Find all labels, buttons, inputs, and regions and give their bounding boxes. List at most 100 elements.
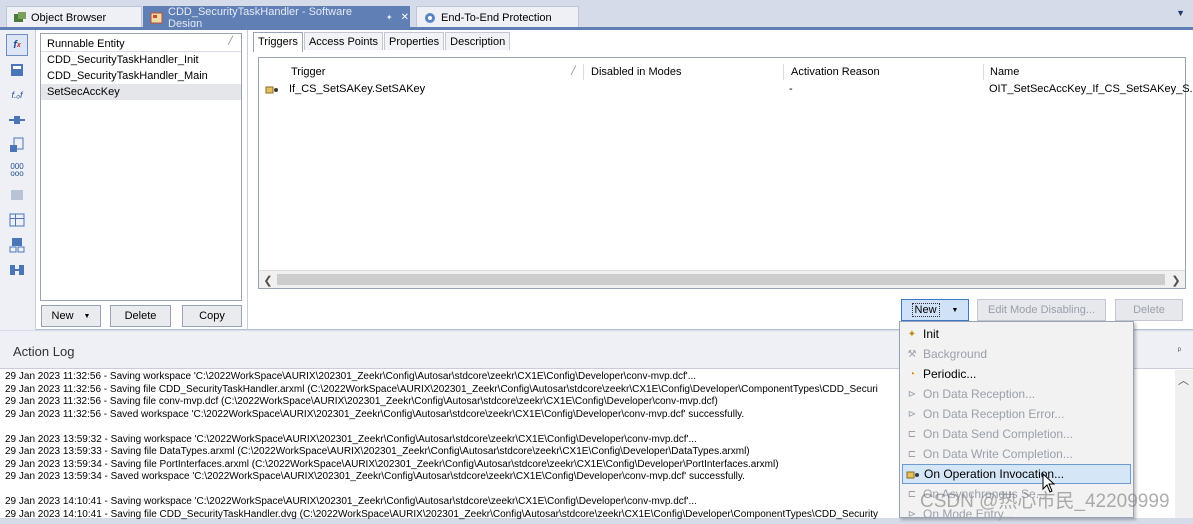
runnable-entity-header[interactable]: Runnable Entity ╱ [41, 34, 241, 52]
operation-icon [906, 467, 920, 481]
menu-item-on-operation-invocation[interactable]: On Operation Invocation... [902, 464, 1131, 484]
menu-item-periodic[interactable]: ◔ Periodic... [902, 364, 1131, 384]
tab-properties[interactable]: Properties [384, 32, 445, 50]
tab-software-design[interactable]: CDD_SecurityTaskHandler - Software Desig… [143, 5, 410, 30]
data-send-icon: ⊏ [907, 428, 917, 440]
object-browser-icon [13, 11, 27, 24]
software-design-editor: fx f.ₒf 000 ooo Runnable Entity ╱ CDD_Sec… [0, 30, 1193, 330]
menu-item-on-data-reception[interactable]: ⊳ On Data Reception... [902, 384, 1131, 404]
scroll-left-icon[interactable]: ❮ [260, 272, 276, 288]
column-header-name[interactable]: Name [990, 64, 1019, 82]
menu-item-background[interactable]: ⚒ Background [902, 344, 1131, 364]
name-cell: OIT_SetSecAccKey_If_CS_SetSAKey_S... [989, 83, 1193, 95]
copy-runnable-button[interactable]: Copy [182, 305, 242, 327]
vertical-scrollbar[interactable]: ︿ [1175, 370, 1193, 518]
grid-icon[interactable] [6, 209, 28, 231]
tab-label: CDD_SecurityTaskHandler - Software Desig… [168, 5, 353, 30]
menu-item-on-data-reception-error[interactable]: ⊳ On Data Reception Error... [902, 404, 1131, 424]
menu-item-label: Background [923, 347, 988, 361]
vertical-toolbar: fx f.ₒf 000 ooo [0, 30, 36, 330]
async-icon: ⊏ [907, 488, 917, 500]
sort-icon: ╱ [228, 36, 233, 45]
column-divider [983, 64, 984, 80]
scrollbar-thumb[interactable] [277, 274, 1165, 285]
scroll-right-icon[interactable]: ❯ [1168, 272, 1184, 288]
background-icon: ⚒ [907, 348, 917, 360]
triggers-table: Trigger ╱ Disabled in Modes Activation R… [258, 57, 1193, 289]
tab-end-to-end-protection[interactable]: End-To-End Protection [416, 6, 579, 28]
table-row[interactable]: If_CS_SetSAKey.SetSAKey - OIT_SetSecAccK… [259, 82, 1193, 98]
runnable-details-panel: Triggers Access Points Properties Descri… [247, 30, 1193, 330]
button-label: Copy [199, 310, 225, 322]
tab-list-dropdown-icon[interactable]: ▼ [1176, 8, 1185, 18]
button-label: Delete [1133, 304, 1165, 316]
new-runnable-button[interactable]: New ▼ [41, 305, 101, 327]
list-item[interactable]: CDD_SecurityTaskHandler_Init [41, 52, 241, 68]
activation-reason-cell: - [789, 83, 793, 95]
menu-item-label: On Data Write Completion... [923, 447, 1073, 461]
tab-description[interactable]: Description [445, 32, 511, 50]
button-label: New [911, 303, 940, 317]
tab-access-points[interactable]: Access Points [303, 32, 384, 50]
column-header-label: Runnable Entity [47, 38, 125, 50]
detail-tabs: Triggers Access Points Properties Descri… [253, 32, 511, 52]
tab-object-browser[interactable]: Object Browser [6, 6, 142, 28]
menu-item-label: On Data Reception Error... [923, 407, 1065, 421]
column-header-disabled-modes[interactable]: Disabled in Modes [591, 64, 682, 82]
layer-icon[interactable] [6, 184, 28, 206]
close-icon[interactable]: ✕ [401, 12, 409, 23]
table-header: Trigger ╱ Disabled in Modes Activation R… [259, 64, 1185, 82]
entity-icon[interactable] [6, 59, 28, 81]
ffunction-icon[interactable]: f.ₒf [6, 84, 28, 106]
pin-icon[interactable]: ✦ [386, 13, 393, 22]
mapping-icon[interactable] [6, 259, 28, 281]
dots-icon[interactable]: 000 ooo [6, 159, 28, 181]
operation-trigger-icon [265, 82, 279, 98]
tab-label: End-To-End Protection [441, 11, 552, 24]
document-tab-bar: Object Browser CDD_SecurityTaskHandler -… [0, 0, 1193, 30]
mouse-cursor-icon [1042, 473, 1056, 493]
component-icon[interactable] [6, 134, 28, 156]
trigger-cell: If_CS_SetSAKey.SetSAKey [289, 83, 426, 95]
menu-item-label: On Data Reception... [923, 387, 1036, 401]
column-divider [783, 64, 784, 80]
runnable-entity-list: Runnable Entity ╱ CDD_SecurityTaskHandle… [40, 33, 242, 301]
menu-item-label: Init [923, 327, 940, 341]
tab-triggers[interactable]: Triggers [253, 32, 303, 52]
button-label: Delete [124, 310, 157, 322]
column-header-activation-reason[interactable]: Activation Reason [791, 64, 880, 82]
action-log-title: Action Log [13, 344, 75, 359]
list-item[interactable]: CDD_SecurityTaskHandler_Main [41, 68, 241, 84]
menu-item-label: On Data Send Completion... [923, 427, 1074, 441]
periodic-icon: ◔ [908, 368, 916, 380]
delete-trigger-button[interactable]: Delete [1115, 299, 1183, 321]
data-write-icon: ⊏ [907, 448, 917, 460]
new-trigger-button[interactable]: New ▼ [901, 299, 969, 321]
interface-icon[interactable] [6, 234, 28, 256]
port-icon[interactable] [6, 109, 28, 131]
column-divider [583, 64, 584, 80]
list-item[interactable]: SetSecAccKey [41, 84, 241, 100]
function-icon[interactable]: fx [6, 34, 28, 56]
menu-item-label: Periodic... [923, 367, 977, 381]
init-icon: ✦ [907, 328, 917, 340]
menu-item-on-data-write-completion[interactable]: ⊏ On Data Write Completion... [902, 444, 1131, 464]
horizontal-scrollbar[interactable]: ❮ ❯ [259, 270, 1185, 288]
button-label: Edit Mode Disabling... [988, 304, 1095, 316]
mode-entry-icon: ⊳ [907, 508, 917, 520]
button-label: New [51, 310, 74, 322]
chevron-down-icon: ▼ [83, 312, 91, 320]
chevron-down-icon: ▼ [951, 306, 959, 314]
scroll-up-icon[interactable]: ︿ [1178, 372, 1189, 388]
column-header-trigger[interactable]: Trigger [291, 64, 325, 82]
software-design-icon [150, 12, 164, 24]
edit-mode-disabling-button[interactable]: Edit Mode Disabling... [977, 299, 1106, 321]
pin-panel-icon[interactable]: ᵖ [1178, 345, 1181, 355]
sort-icon: ╱ [571, 66, 576, 75]
data-reception-icon: ⊳ [907, 388, 917, 400]
menu-item-init[interactable]: ✦ Init [902, 324, 1131, 344]
delete-runnable-button[interactable]: Delete [110, 305, 171, 327]
data-reception-error-icon: ⊳ [907, 408, 917, 420]
protection-icon [423, 12, 437, 24]
menu-item-on-data-send-completion[interactable]: ⊏ On Data Send Completion... [902, 424, 1131, 444]
